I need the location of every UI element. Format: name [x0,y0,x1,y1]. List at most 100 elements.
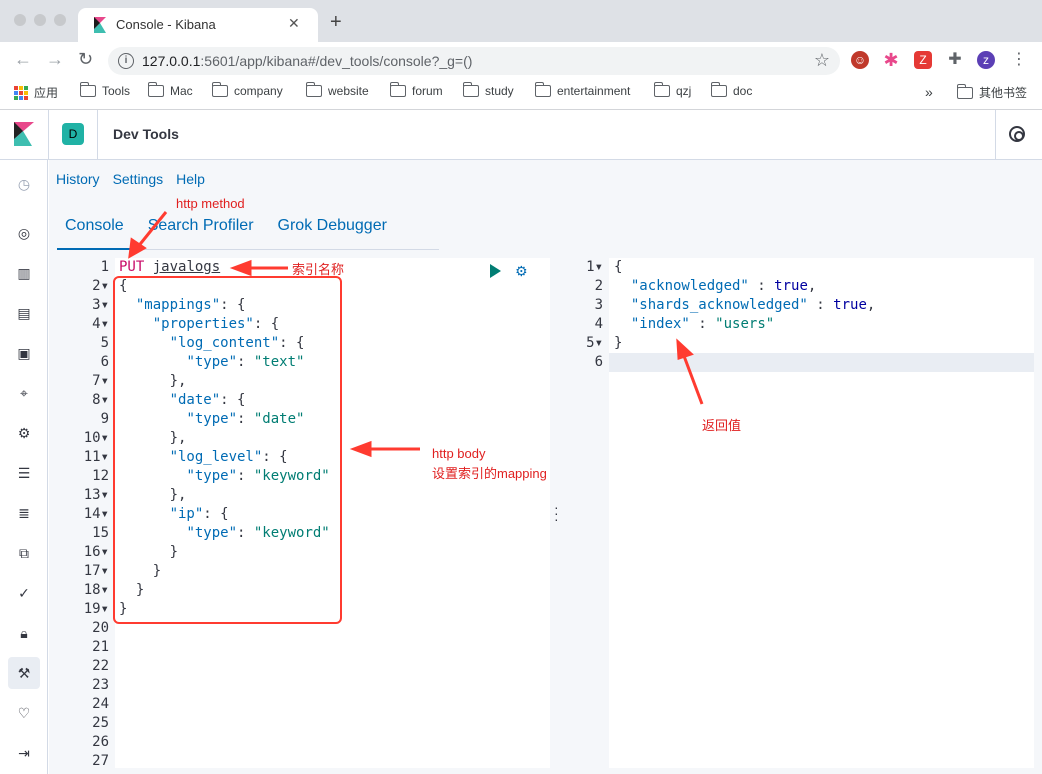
line-number: 11▾ [83,449,109,465]
url-text[interactable]: 127.0.0.1:5601/app/kibana#/dev_tools/con… [142,53,472,69]
bookmark-folder[interactable]: entertainment [534,82,630,98]
history-link[interactable]: History [56,171,100,187]
annotation-body-title: http body [432,446,486,461]
line-number: 20 [92,620,109,636]
kibana-favicon-icon [94,17,106,33]
line-number: 27 [92,753,109,769]
line-number: 2▾ [92,278,109,294]
bookmark-folder[interactable]: qzj [653,82,691,98]
extension-asterisk-icon[interactable]: ✱ [882,51,900,69]
apm-icon[interactable]: ⧉ [16,545,32,561]
discover-compass-icon[interactable]: ◎ [16,225,32,241]
line-number: 26 [92,734,109,750]
monitoring-heart-icon[interactable]: ♡ [16,705,32,721]
back-arrow-icon[interactable]: ← [14,50,32,68]
infrastructure-icon[interactable]: ☰ [16,465,32,481]
bookmark-folder[interactable]: doc [710,82,752,98]
folder-icon [710,82,727,97]
line-number: 10▾ [83,430,109,446]
collapse-menu-icon[interactable]: ⇥ [16,745,32,761]
line-number: 21 [92,639,109,655]
code-line: } [614,335,623,351]
browser-chrome: Console - Kibana ✕ + ← → ↻ i 127.0.0.1:5… [0,0,1042,110]
more-bookmarks-button[interactable]: » [925,84,933,100]
forward-arrow-icon[interactable]: → [46,50,64,68]
kibana-header: D Dev Tools [0,110,1042,160]
bookmark-folder[interactable]: study [462,82,514,98]
uptime-icon[interactable]: ✓ [16,585,32,601]
bookmark-folder[interactable]: website [305,82,369,98]
request-line-1: PUT javalogs [119,258,220,277]
line-number: 15 [92,525,109,541]
dev-tools-wrench-icon[interactable]: ⚒ [8,657,40,689]
request-gutter: 1 2▾ 3▾ 4▾ 5 6 7▾ 8▾ 9 10▾ 11▾ 12 13▾ 14▾ 15 16▾ 1… [57,258,115,769]
tab-strip: Console - Kibana ✕ + [0,0,1042,42]
code-line: "index" : "users" [630,316,775,332]
tab-console[interactable]: Console [57,210,132,250]
other-bookmarks-folder[interactable]: 其他书签 [956,83,1027,101]
bookmarks-bar: 应用 Tools Mac company website forum study… [0,78,1042,110]
help-lifebuoy-icon[interactable] [1009,126,1025,142]
page-title: Dev Tools [113,126,179,142]
close-tab-icon[interactable]: ✕ [288,15,300,32]
profile-avatar[interactable]: z [977,51,995,69]
tab-search-profiler[interactable]: Search Profiler [140,210,262,250]
siem-lock-icon[interactable]: 🔒︎ [16,625,32,641]
extension-face-icon[interactable]: ☺ [851,51,869,69]
request-settings-wrench-icon[interactable]: ⚙ [515,263,528,280]
canvas-icon[interactable]: ▣ [16,345,32,361]
line-number: 4 [594,316,603,332]
close-window-button[interactable] [14,14,26,26]
settings-link[interactable]: Settings [113,171,164,187]
line-number: 2 [594,278,603,294]
line-number: 25 [92,715,109,731]
pane-resizer-handle[interactable]: · · · [554,500,559,526]
dashboard-icon[interactable]: ▤ [16,305,32,321]
tab-grok-debugger[interactable]: Grok Debugger [270,210,395,250]
bookmark-folder[interactable]: forum [389,82,443,98]
folder-icon [147,82,164,97]
bookmark-star-icon[interactable]: ☆ [814,50,830,71]
logs-icon[interactable]: ≣ [16,505,32,521]
info-icon[interactable]: i [118,53,134,69]
maximize-window-button[interactable] [54,14,66,26]
reload-icon[interactable]: ↻ [78,50,93,68]
new-tab-button[interactable]: + [330,12,342,32]
bookmark-apps[interactable]: 应用 [14,84,58,101]
request-index: javalogs [152,259,221,275]
address-bar[interactable]: i 127.0.0.1:5601/app/kibana#/dev_tools/c… [108,47,840,75]
send-request-play-icon[interactable] [490,264,501,278]
line-number: 17▾ [83,563,109,579]
bookmark-folder[interactable]: company [211,82,283,98]
extension-zotero-icon[interactable]: Z [914,51,932,69]
browser-menu-icon[interactable]: ⋮ [1010,51,1028,69]
line-number: 23 [92,677,109,693]
recent-clock-icon[interactable]: ◷ [16,176,32,192]
body-highlight-box [113,276,342,624]
visualize-chart-icon[interactable]: ▥ [16,265,32,281]
line-number: 24 [92,696,109,712]
response-code: { "acknowledged" : true, "shards_acknowl… [614,258,1034,768]
ml-icon[interactable]: ⚙ [16,425,32,441]
bookmark-folder[interactable]: Tools [79,82,130,98]
extensions-puzzle-icon[interactable]: ✚ [946,51,964,69]
minimize-window-button[interactable] [34,14,46,26]
line-number: 6 [100,354,109,370]
space-avatar[interactable]: D [62,123,84,145]
kibana-logo-icon[interactable] [14,122,34,146]
folder-icon [211,82,228,97]
line-number: 3 [594,297,603,313]
annotation-index-name: 索引名称 [292,262,345,277]
request-method: PUT [119,259,145,275]
maps-icon[interactable]: ⌖ [16,385,32,401]
bookmark-folder[interactable]: Mac [147,82,193,98]
code-line: "acknowledged" : true, [630,278,817,294]
help-link[interactable]: Help [176,171,205,187]
line-number: 5 [100,335,109,351]
line-number: 18▾ [83,582,109,598]
line-number: 7▾ [92,373,109,389]
browser-tab[interactable]: Console - Kibana ✕ [78,8,318,42]
top-links: History Settings Help [56,171,205,187]
response-gutter: 1▾ 2 3 4 5▾ 6 [566,258,609,768]
line-number: 6 [594,354,603,370]
